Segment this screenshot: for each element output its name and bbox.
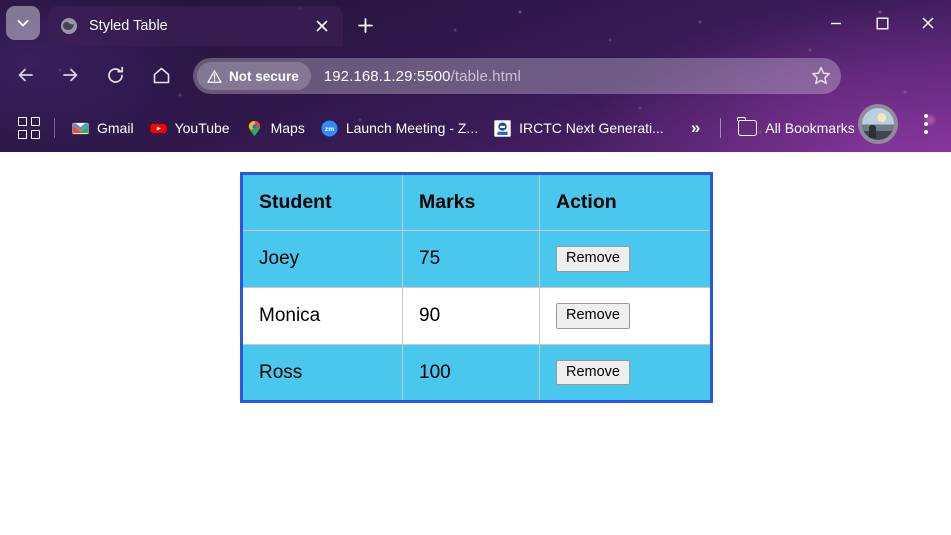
- reload-button[interactable]: [97, 57, 133, 93]
- cell-action: Remove: [539, 287, 712, 345]
- url-path: /table.html: [450, 67, 521, 85]
- close-window-button[interactable]: [905, 0, 951, 46]
- back-button[interactable]: [8, 57, 44, 93]
- column-header-student: Student: [241, 173, 403, 231]
- folder-icon: [737, 116, 758, 136]
- cell-marks: 100: [402, 344, 540, 402]
- new-tab-button[interactable]: [349, 9, 381, 41]
- globe-icon: [61, 18, 77, 34]
- bookmark-label: YouTube: [174, 120, 230, 136]
- close-icon: [922, 17, 934, 29]
- chevron-down-icon: [17, 20, 29, 27]
- page-content: Student Marks Action Joey 75 Remove Moni…: [0, 152, 951, 535]
- bookmark-label: Gmail: [97, 120, 134, 136]
- all-bookmarks-button[interactable]: All Bookmarks: [731, 113, 861, 143]
- plus-icon: [357, 17, 373, 33]
- table-row: Monica 90 Remove: [241, 287, 712, 345]
- bookmark-label: IRCTC Next Generati...: [519, 120, 664, 136]
- browser-chrome: Styled Table Not secure 192.168.1.29:550…: [0, 0, 951, 152]
- arrow-left-icon: [18, 68, 33, 82]
- tab-close-button[interactable]: [307, 11, 337, 41]
- close-icon: [316, 20, 328, 32]
- bookmark-star-button[interactable]: [809, 64, 833, 88]
- maximize-icon: [876, 17, 889, 30]
- bookmark-item-irctc[interactable]: IRCTC Next Generati...: [487, 113, 671, 143]
- bookmarks-bar: Gmail YouTube Maps zm Launch Meeting - Z…: [0, 104, 951, 152]
- column-header-marks: Marks: [402, 173, 540, 231]
- bookmark-label: Launch Meeting - Z...: [345, 120, 479, 136]
- cell-student: Ross: [241, 344, 403, 402]
- minimize-button[interactable]: [813, 0, 859, 46]
- remove-button[interactable]: Remove: [556, 303, 630, 329]
- star-icon: [811, 66, 831, 85]
- reload-icon: [107, 66, 123, 83]
- window-controls: [813, 0, 951, 46]
- browser-toolbar: Not secure 192.168.1.29:5500/table.html: [0, 46, 951, 144]
- tab-search-button[interactable]: [6, 6, 40, 40]
- bookmark-item-launch-meeting[interactable]: zm Launch Meeting - Z...: [314, 113, 485, 143]
- tab-strip: Styled Table: [0, 0, 951, 46]
- security-badge-label: Not secure: [229, 68, 299, 84]
- cell-student: Monica: [241, 287, 403, 345]
- maximize-button[interactable]: [859, 0, 905, 46]
- forward-button[interactable]: [52, 57, 88, 93]
- apps-grid-icon[interactable]: [18, 117, 40, 139]
- bookmarks-separator: [54, 118, 55, 138]
- browser-window: Styled Table Not secure 192.168.1.29:550…: [0, 0, 951, 535]
- students-table: Student Marks Action Joey 75 Remove Moni…: [240, 172, 713, 403]
- svg-text:zm: zm: [325, 125, 334, 132]
- table-header-row: Student Marks Action: [241, 173, 712, 231]
- remove-button[interactable]: Remove: [556, 246, 630, 272]
- url-host: 192.168.1.29:5500: [323, 67, 451, 85]
- zoom-icon: zm: [321, 119, 338, 137]
- address-bar[interactable]: Not secure 192.168.1.29:5500/table.html: [193, 58, 841, 94]
- bookmark-label: Maps: [270, 120, 305, 136]
- cell-marks: 90: [402, 287, 540, 345]
- tab-title: Styled Table: [89, 18, 168, 34]
- bookmark-item-maps[interactable]: Maps: [239, 113, 312, 143]
- irctc-icon: [494, 119, 511, 137]
- bookmark-item-youtube[interactable]: YouTube: [143, 113, 237, 143]
- bookmarks-overflow-button[interactable]: »: [681, 118, 710, 138]
- cell-action: Remove: [539, 230, 712, 288]
- cell-student: Joey: [241, 230, 403, 288]
- security-badge[interactable]: Not secure: [197, 62, 311, 90]
- column-header-action: Action: [539, 173, 712, 231]
- arrow-right-icon: [63, 68, 78, 82]
- gmail-icon: [72, 122, 89, 134]
- minimize-icon: [831, 22, 841, 25]
- home-button[interactable]: [143, 57, 179, 93]
- remove-button[interactable]: Remove: [556, 359, 630, 386]
- url-text: 192.168.1.29:5500/table.html: [324, 68, 521, 85]
- bookmark-item-gmail[interactable]: Gmail: [65, 113, 141, 143]
- browser-tab[interactable]: Styled Table: [48, 6, 343, 46]
- table-row: Joey 75 Remove: [241, 230, 712, 288]
- warning-triangle-icon: [207, 69, 222, 83]
- maps-icon: [248, 120, 260, 136]
- youtube-icon: [149, 123, 167, 133]
- cell-marks: 75: [402, 230, 540, 288]
- bookmarks-separator: [720, 118, 722, 138]
- home-icon: [153, 67, 169, 83]
- cell-action: Remove: [539, 344, 712, 402]
- all-bookmarks-label: All Bookmarks: [765, 120, 855, 136]
- table-row: Ross 100 Remove: [241, 344, 712, 402]
